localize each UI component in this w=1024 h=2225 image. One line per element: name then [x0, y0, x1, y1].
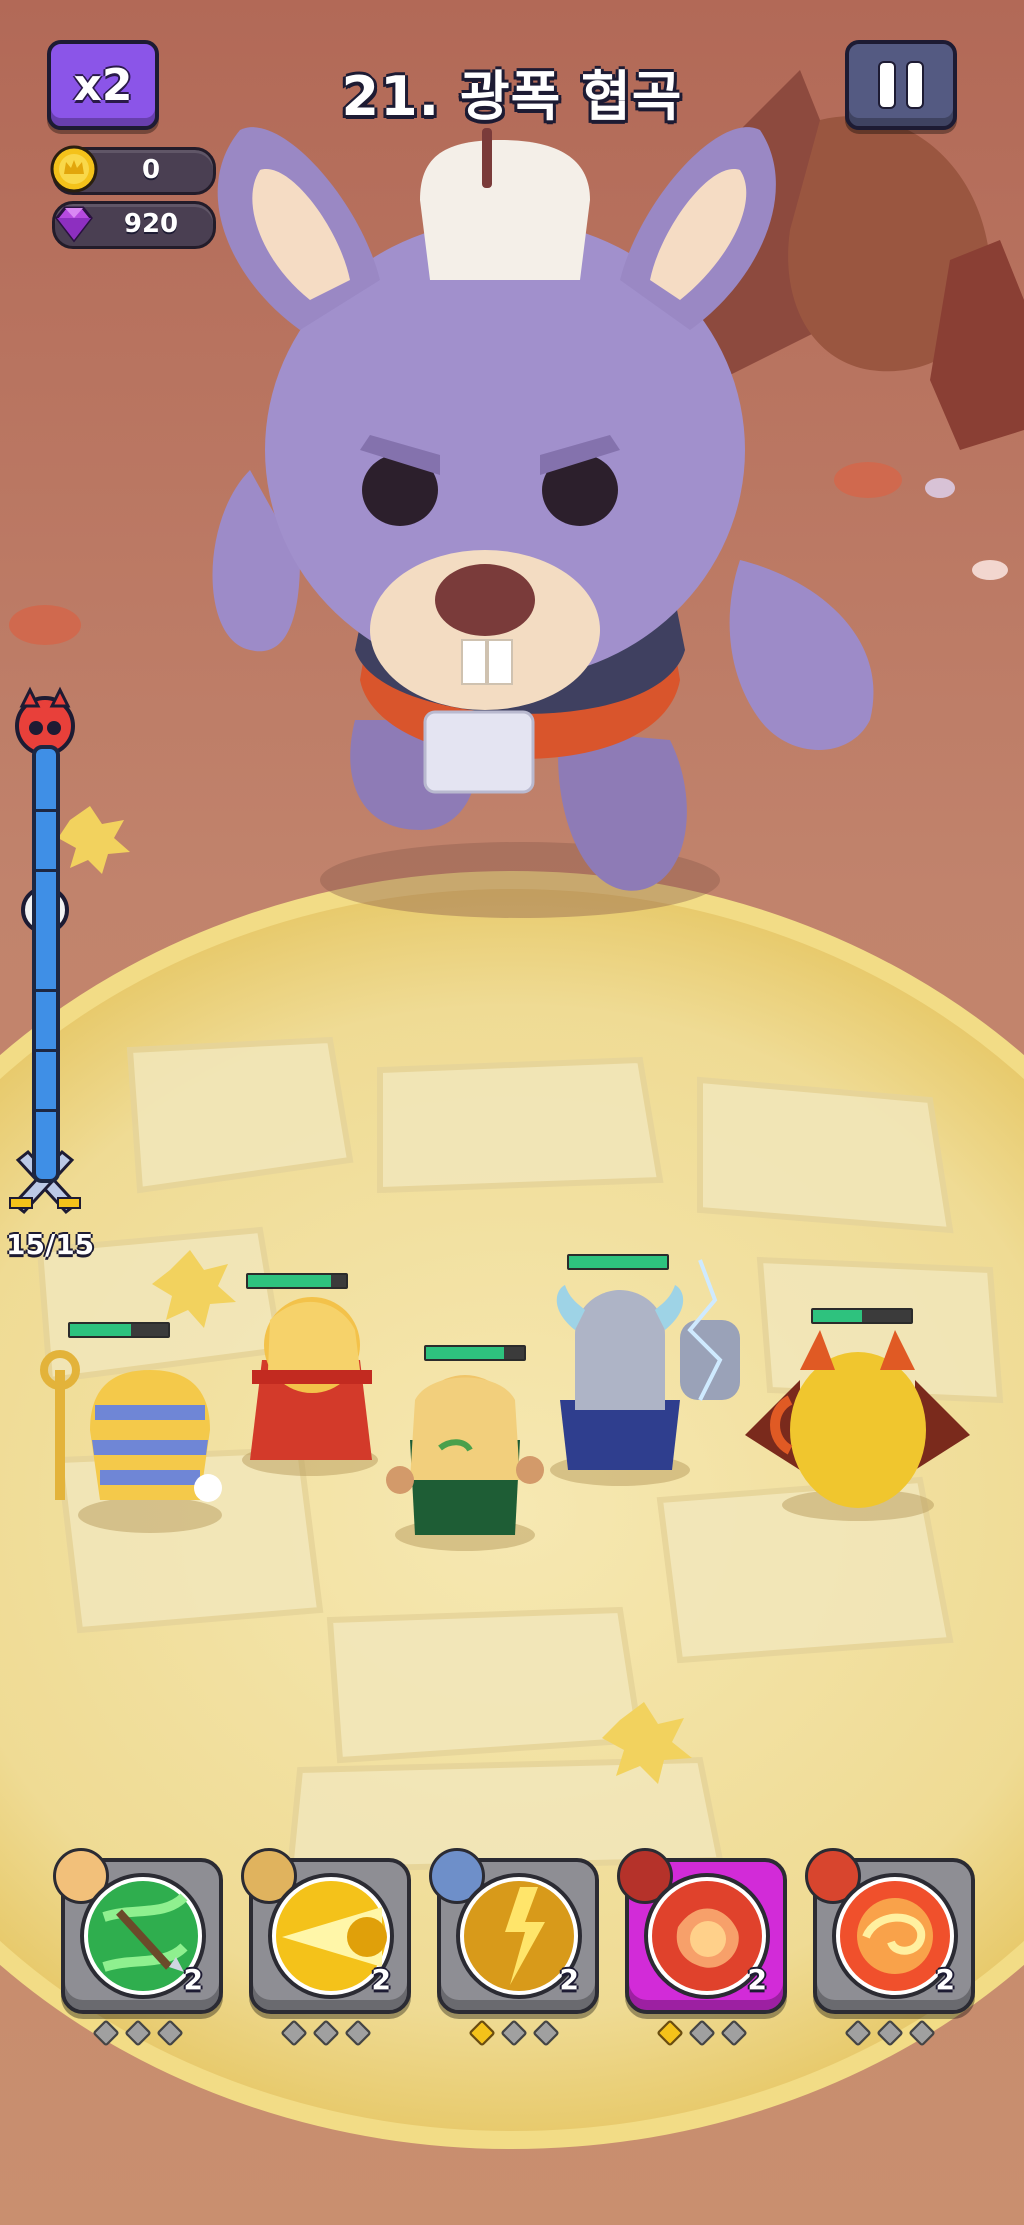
wave-tick [36, 1049, 56, 1052]
crown-coin-icon [50, 145, 98, 193]
skill-stars-5 [844, 2019, 936, 2047]
wave-tick [36, 869, 56, 872]
pause-icon [880, 63, 894, 107]
hp-fill [426, 1347, 505, 1359]
hp-fill [248, 1275, 332, 1287]
skill-level: 2 [559, 1963, 579, 1996]
gem-counter: 920 [52, 201, 216, 249]
skill-level: 2 [747, 1963, 767, 1996]
hp-fill [569, 1256, 667, 1268]
skill-card-5[interactable]: 2 [805, 1848, 975, 2014]
skill-stars-4 [656, 2019, 748, 2047]
skill-card-1[interactable]: 2 [53, 1848, 223, 2014]
fire-dragon-hp-bar [811, 1308, 913, 1324]
wave-tick [36, 1109, 56, 1112]
gold-counter: 0 [50, 145, 216, 195]
skill-level: 2 [183, 1963, 203, 1996]
skill-card-3[interactable]: 2 [429, 1848, 599, 2014]
skill-stars-3 [468, 2019, 560, 2047]
skill-stars-2 [280, 2019, 372, 2047]
gold-value: 0 [141, 155, 161, 185]
skill-card-2[interactable]: 2 [241, 1848, 411, 2014]
wave-tick [36, 989, 56, 992]
wave-tick [36, 809, 56, 812]
gem-value: 920 [123, 209, 179, 239]
purple-gem-icon [55, 206, 93, 243]
hp-fill [70, 1324, 131, 1336]
viking-hp-bar [567, 1254, 669, 1270]
skill-stars-1 [92, 2019, 184, 2047]
skill-level: 2 [935, 1963, 955, 1996]
pharaoh-hp-bar [68, 1322, 170, 1338]
elf-archer-hp-bar [424, 1345, 526, 1361]
red-cape-hp-bar [246, 1273, 348, 1289]
wave-progress-bar [32, 745, 60, 1183]
wave-count: 15/15 [6, 1228, 95, 1261]
pause-button[interactable] [845, 40, 957, 130]
pause-icon [908, 63, 922, 107]
hp-fill [813, 1310, 862, 1322]
skill-card-4[interactable]: 2 [617, 1848, 787, 2014]
skill-level: 2 [371, 1963, 391, 1996]
